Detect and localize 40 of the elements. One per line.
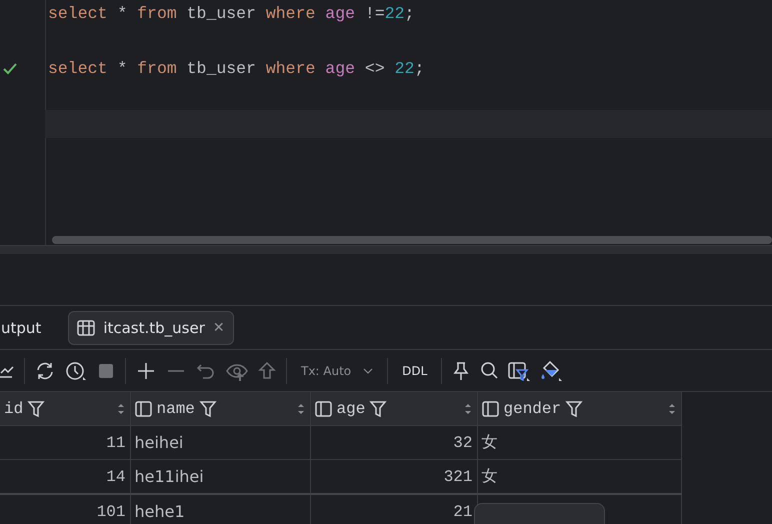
table-cell: 14 — [106, 468, 126, 486]
filter-icon[interactable] — [369, 398, 388, 418]
column-icon — [482, 398, 500, 418]
add-icon[interactable] — [136, 360, 156, 380]
caret-icon[interactable] — [363, 368, 374, 374]
column-filter-icon[interactable] — [508, 360, 530, 380]
table-cell: 32 — [453, 434, 472, 452]
filter-icon[interactable] — [198, 398, 217, 418]
search-icon[interactable] — [480, 360, 498, 380]
table-cell: 女 — [482, 432, 498, 451]
tab[interactable]: utput — [0, 310, 50, 344]
filter-icon[interactable] — [565, 398, 584, 418]
table-cell: 321 — [444, 468, 472, 486]
table-cell: 女 — [482, 466, 498, 485]
table-cell: heihei — [134, 433, 184, 452]
table-cell: he11ihei — [134, 467, 204, 486]
table-icon — [77, 318, 96, 338]
table-cell: 21 — [453, 502, 472, 520]
clock-icon[interactable] — [65, 360, 87, 380]
column-header[interactable]: age — [310, 392, 477, 426]
column-header[interactable]: gender — [477, 392, 681, 426]
code-line: select * from tb_user where age <> 22; — [47, 58, 426, 80]
upload-icon[interactable] — [258, 360, 276, 380]
column-header[interactable]: name — [130, 392, 310, 426]
filter-icon[interactable] — [27, 398, 46, 418]
scrollbar[interactable] — [52, 236, 772, 244]
pin-icon[interactable] — [452, 360, 470, 380]
tab[interactable]: itcast.tb_user ✕ — [68, 310, 234, 344]
paint-bucket-icon[interactable] — [540, 360, 562, 380]
table-cell: 11 — [106, 434, 126, 452]
column-icon — [314, 398, 332, 418]
table-cell: 101 — [96, 502, 126, 520]
column-icon — [134, 398, 152, 418]
transaction-dropdown[interactable]: Tx: Auto — [297, 364, 378, 378]
column-header[interactable]: id — [0, 392, 130, 426]
close-icon[interactable]: ✕ — [212, 320, 225, 336]
refresh-icon[interactable] — [35, 360, 55, 380]
table-cell: hehe1 — [134, 502, 185, 521]
code-line: select * from tb_user where age !=22; — [47, 3, 416, 25]
ddl-button[interactable]: DDL — [398, 364, 432, 378]
